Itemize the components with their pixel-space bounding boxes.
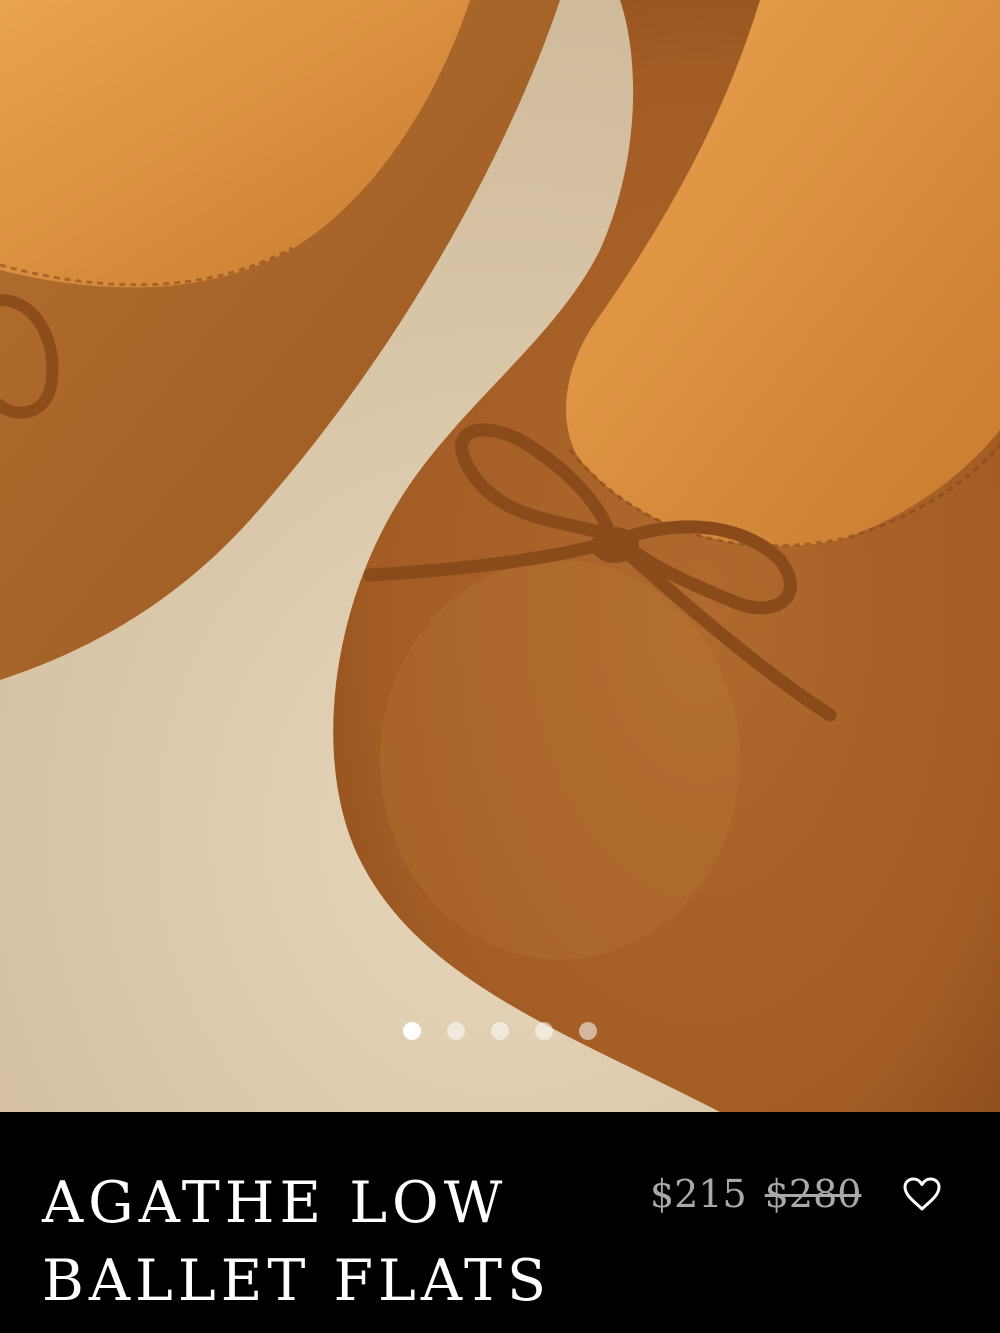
gallery-dot-5[interactable] [579,1022,597,1040]
wishlist-button[interactable] [902,1176,942,1212]
original-price: $280 [764,1172,862,1216]
product-title-line-2: BALLET FLATS [42,1248,552,1314]
product-photo [0,0,1000,1112]
price-block: $215 $280 [650,1172,861,1216]
product-title-line-1: AGATHE LOW [42,1170,508,1236]
product-title: AGATHE LOW BALLET FLATS [42,1164,602,1320]
product-image-gallery[interactable] [0,0,1000,1112]
gallery-dot-4[interactable] [535,1022,553,1040]
sale-price: $215 [650,1172,747,1216]
product-page: AGATHE LOW BALLET FLATS $215 $280 [0,0,1000,1333]
gallery-dot-1[interactable] [403,1022,421,1040]
product-info-panel: AGATHE LOW BALLET FLATS $215 $280 [0,1112,1000,1333]
gallery-dot-2[interactable] [447,1022,465,1040]
gallery-dot-3[interactable] [491,1022,509,1040]
gallery-pagination [0,1022,1000,1040]
heart-outline-icon [903,1177,941,1211]
